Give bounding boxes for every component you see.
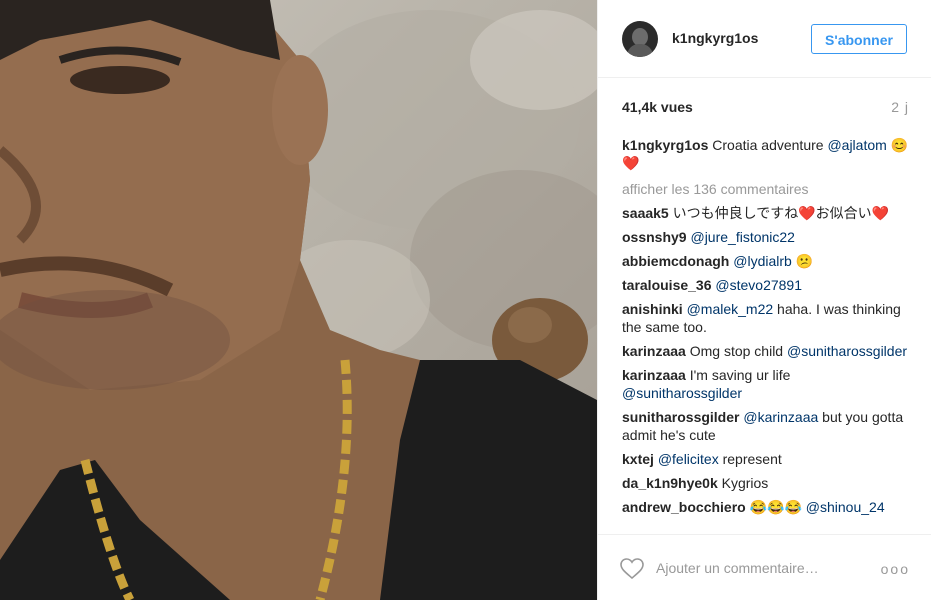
post-sidebar: k1ngkyrg1os S'abonner 41,4k vues 2 j k1n… xyxy=(597,0,931,600)
comment-item: kxtej @felicitex represent xyxy=(622,450,912,468)
comment-mention[interactable]: @shinou_24 xyxy=(806,499,885,515)
comment-text: Kygrios xyxy=(721,475,769,491)
comment-username[interactable]: abbiemcdonagh xyxy=(622,253,729,269)
comment-item: taralouise_36 @stevo27891 xyxy=(622,276,912,294)
instagram-post-view: k1ngkyrg1os S'abonner 41,4k vues 2 j k1n… xyxy=(0,0,931,600)
comment-item: saaak5 いつも仲良しですね❤️お似合い❤️ xyxy=(622,204,912,222)
video-frame xyxy=(0,0,597,600)
comment-text: I'm saving ur life xyxy=(689,367,791,383)
caption-text: Croatia adventure xyxy=(712,137,824,153)
comment-mention[interactable]: @stevo27891 xyxy=(715,277,802,293)
post-timestamp[interactable]: 2 j xyxy=(891,99,909,115)
comment-item: andrew_bocchiero 😂😂😂 @shinou_24 xyxy=(622,498,912,516)
comment-text: Omg stop child xyxy=(689,343,784,359)
comment-username[interactable]: karinzaaa xyxy=(622,343,686,359)
comment-username[interactable]: sunitharossgilder xyxy=(622,409,739,425)
comment-mention[interactable]: @sunitharossgilder xyxy=(787,343,907,359)
comment-item: abbiemcdonagh @lydialrb 😕 xyxy=(622,252,912,270)
comment-mention[interactable]: @karinzaaa xyxy=(743,409,818,425)
avatar[interactable] xyxy=(622,21,658,57)
caption-username[interactable]: k1ngkyrg1os xyxy=(622,137,708,153)
laughing-emoji: 😂😂😂 xyxy=(749,499,802,515)
comment-text: represent xyxy=(722,451,782,467)
confused-emoji: 😕 xyxy=(795,253,814,269)
caption: k1ngkyrg1os Croatia adventure @ajlatom 😊… xyxy=(622,136,912,172)
load-more-comments[interactable]: afficher les 136 commentaires xyxy=(622,180,912,198)
more-options-icon[interactable]: ooo xyxy=(881,561,910,577)
comment-username[interactable]: kxtej xyxy=(622,451,654,467)
comment-username[interactable]: saaak5 xyxy=(622,205,669,221)
comment-username[interactable]: anishinki xyxy=(622,301,683,317)
caption-mention[interactable]: @ajlatom xyxy=(827,137,886,153)
comment-username[interactable]: karinzaaa xyxy=(622,367,686,383)
comment-mention[interactable]: @sunitharossgilder xyxy=(622,385,742,401)
heart-emoji: ❤️ xyxy=(622,155,640,171)
comments-list[interactable]: k1ngkyrg1os Croatia adventure @ajlatom 😊… xyxy=(622,136,912,534)
post-username[interactable]: k1ngkyrg1os xyxy=(672,30,758,46)
post-header: k1ngkyrg1os S'abonner xyxy=(598,0,931,78)
comment-item: karinzaaa Omg stop child @sunitharossgil… xyxy=(622,342,912,360)
comment-username[interactable]: taralouise_36 xyxy=(622,277,712,293)
add-comment-input[interactable]: Ajouter un commentaire… xyxy=(656,560,819,576)
comment-username[interactable]: da_k1n9hye0k xyxy=(622,475,718,491)
comment-username[interactable]: andrew_bocchiero xyxy=(622,499,746,515)
follow-button[interactable]: S'abonner xyxy=(811,24,907,54)
comment-item: ossnshy9 @jure_fistonic22 xyxy=(622,228,912,246)
avatar-body xyxy=(627,44,653,57)
comment-mention[interactable]: @lydialrb xyxy=(733,253,792,269)
comment-item: sunitharossgilder @karinzaaa but you got… xyxy=(622,408,912,444)
comment-item: da_k1n9hye0k Kygrios xyxy=(622,474,912,492)
comment-mention[interactable]: @felicitex xyxy=(658,451,719,467)
comment-mention[interactable]: @malek_m22 xyxy=(687,301,774,317)
comment-item: anishinki @malek_m22 haha. I was thinkin… xyxy=(622,300,912,336)
post-video[interactable] xyxy=(0,0,597,600)
heart-icon[interactable] xyxy=(620,558,644,580)
view-count: 41,4k vues xyxy=(622,99,693,115)
comment-item: karinzaaa I'm saving ur life @sunitharos… xyxy=(622,366,912,402)
post-footer: Ajouter un commentaire… ooo xyxy=(598,534,931,600)
comment-mention[interactable]: @jure_fistonic22 xyxy=(690,229,795,245)
smile-emoji: 😊 xyxy=(890,137,909,153)
comment-text: いつも仲良しですね❤️お似合い❤️ xyxy=(672,205,890,221)
comment-username[interactable]: ossnshy9 xyxy=(622,229,687,245)
